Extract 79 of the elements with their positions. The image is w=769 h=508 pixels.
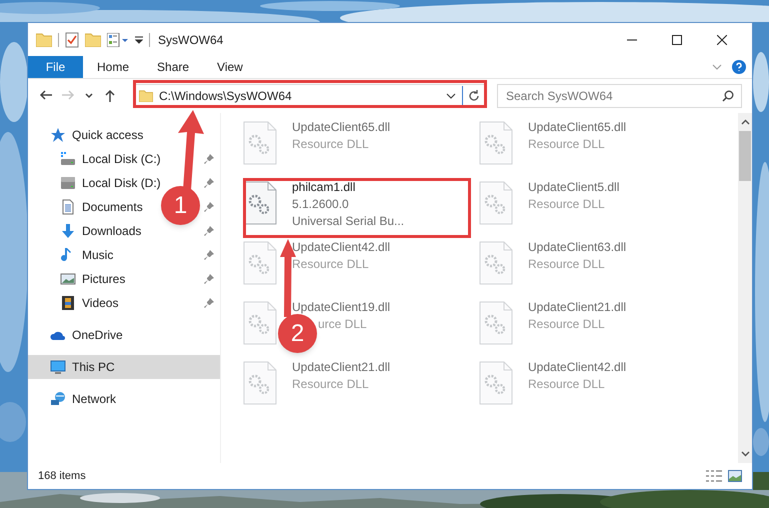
details-view-icon[interactable] xyxy=(706,470,722,482)
drive-icon xyxy=(60,175,76,191)
pin-icon[interactable] xyxy=(204,274,214,284)
sidebar-item[interactable]: Local Disk (C:) xyxy=(60,150,161,168)
file-detail: Resource DLL xyxy=(528,376,606,393)
star-icon xyxy=(50,127,66,143)
ribbon-tab[interactable]: Home xyxy=(83,56,144,78)
document-icon xyxy=(60,199,76,215)
tiles-view-icon[interactable] xyxy=(728,470,742,482)
search-icon[interactable] xyxy=(722,90,734,102)
minimize-icon[interactable] xyxy=(626,38,636,40)
file-name[interactable]: UpdateClient65.dll xyxy=(292,119,390,136)
pin-icon[interactable] xyxy=(204,202,214,212)
file-detail: 5.1.2600.0 xyxy=(292,196,350,213)
file-detail: Resource DLL xyxy=(528,136,606,153)
monitor-icon xyxy=(50,359,66,375)
download-arrow-icon xyxy=(60,223,76,239)
picture-icon xyxy=(60,271,76,287)
sidebar-item[interactable]: Videos xyxy=(60,294,118,312)
refresh-icon[interactable] xyxy=(468,90,480,102)
pin-icon[interactable] xyxy=(204,178,214,188)
scroll-down-icon[interactable] xyxy=(740,451,750,457)
file-detail: Resource DLL xyxy=(528,316,606,333)
gear-file-icon[interactable] xyxy=(243,181,277,225)
file-name[interactable]: UpdateClient21.dll xyxy=(292,359,390,376)
file-name[interactable]: UpdateClient19.dll xyxy=(292,299,390,316)
file-name[interactable]: UpdateClient5.dll xyxy=(528,179,620,196)
folder-icon[interactable] xyxy=(36,32,52,46)
drive-icon xyxy=(60,151,76,167)
file-detail: Universal Serial Bu... xyxy=(292,213,404,230)
pin-icon[interactable] xyxy=(204,298,214,308)
window-title: SysWOW64 xyxy=(158,32,224,48)
scrollbar[interactable] xyxy=(738,113,752,463)
sidebar-item[interactable]: This PC xyxy=(50,358,115,376)
sidebar-item[interactable]: Documents xyxy=(60,198,143,216)
file-detail: Resource DLL xyxy=(292,136,370,153)
search-field[interactable]: Search SysWOW64 xyxy=(497,84,742,108)
file-name[interactable]: UpdateClient65.dll xyxy=(528,119,626,136)
scroll-up-icon[interactable] xyxy=(740,119,750,125)
file-name[interactable]: UpdateClient42.dll xyxy=(528,359,626,376)
sidebar-item[interactable]: Music xyxy=(60,246,114,264)
ribbon-tab[interactable]: Share xyxy=(143,56,204,78)
ribbon-tab[interactable]: View xyxy=(203,56,257,78)
file-detail: Resource DLL xyxy=(528,256,606,273)
scrollbar-thumb[interactable] xyxy=(739,131,751,181)
file-name[interactable]: UpdateClient21.dll xyxy=(528,299,626,316)
folder-icon[interactable] xyxy=(85,32,101,46)
folder-icon xyxy=(139,90,153,102)
file-name[interactable]: UpdateClient42.dll xyxy=(292,239,390,256)
address-path: C:\Windows\SysWOW64 xyxy=(159,88,292,104)
sidebar-item[interactable]: Quick access xyxy=(50,126,144,144)
file-menu-button[interactable]: File xyxy=(28,56,83,78)
sidebar-item[interactable]: Downloads xyxy=(60,222,142,240)
address-bar[interactable]: C:\Windows\SysWOW64 xyxy=(134,84,486,108)
selection-highlight[interactable]: This PC xyxy=(28,355,220,379)
file-detail: Resource DLL xyxy=(528,196,606,213)
pin-icon[interactable] xyxy=(204,250,214,260)
network-globe-icon xyxy=(50,391,66,407)
sidebar-item[interactable]: OneDrive xyxy=(50,326,123,344)
maximize-icon[interactable] xyxy=(672,34,682,44)
back-arrow-icon[interactable] xyxy=(38,88,54,102)
pin-icon[interactable] xyxy=(204,226,214,236)
checklist-icon[interactable] xyxy=(65,32,79,48)
dropdown-icon[interactable] xyxy=(135,36,143,44)
chevron-down-icon[interactable] xyxy=(446,92,456,98)
pin-icon[interactable] xyxy=(204,154,214,164)
file-detail: urce DLL xyxy=(318,316,368,333)
film-icon xyxy=(60,295,76,311)
file-name[interactable]: philcam1.dll xyxy=(292,179,404,196)
sidebar-item[interactable]: Local Disk (D:) xyxy=(60,174,161,192)
close-icon[interactable] xyxy=(716,34,726,44)
sidebar-item[interactable]: Network xyxy=(50,390,116,408)
file-detail: Resource DLL xyxy=(292,376,370,393)
help-icon[interactable] xyxy=(732,60,746,74)
properties-icon[interactable] xyxy=(107,32,129,46)
file-detail: Resource DLL xyxy=(292,256,370,273)
sidebar-item[interactable]: Pictures xyxy=(60,270,126,288)
item-count: 168 items xyxy=(38,468,86,484)
file-name[interactable]: UpdateClient63.dll xyxy=(528,239,626,256)
